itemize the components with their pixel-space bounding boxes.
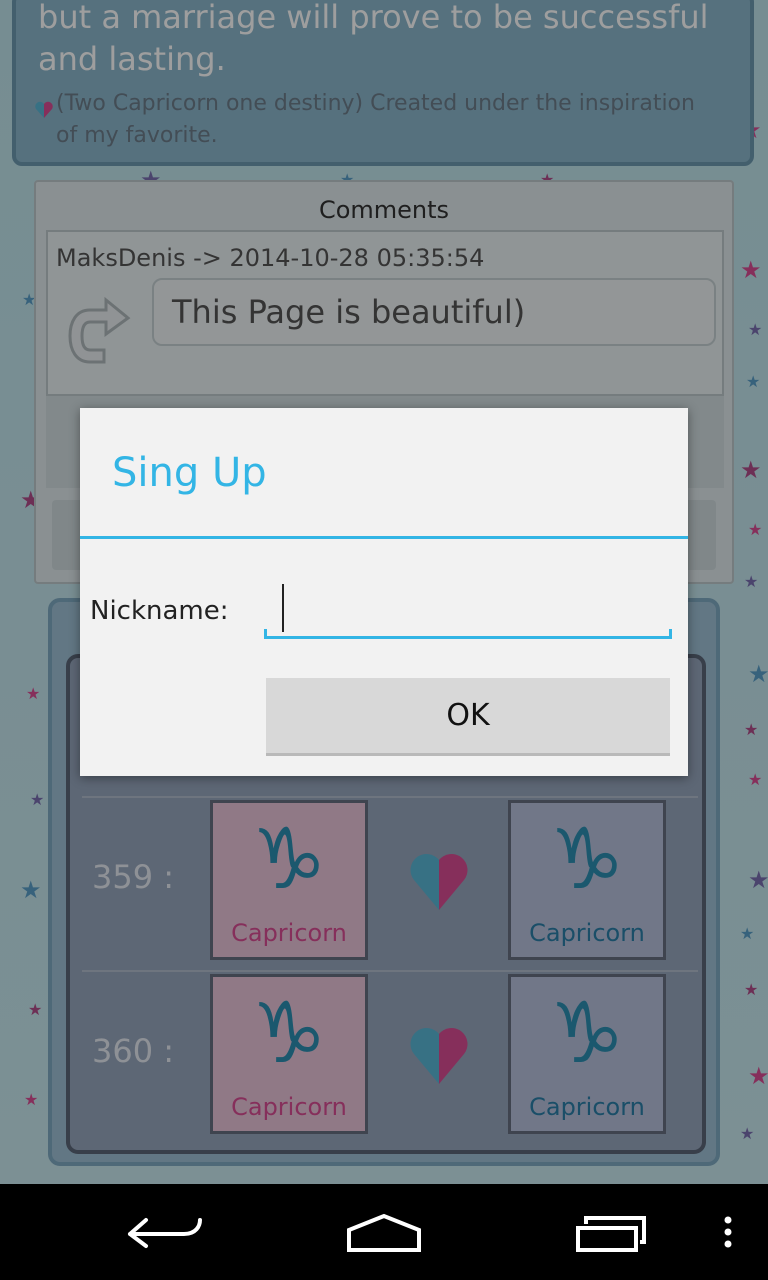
text-caret [282, 584, 284, 632]
dialog-title: Sing Up [112, 450, 267, 496]
menu-icon[interactable] [664, 1184, 768, 1280]
back-icon[interactable] [84, 1184, 234, 1280]
ok-button[interactable]: OK [266, 678, 670, 756]
nickname-label: Nickname: [90, 596, 229, 626]
dialog-divider [80, 536, 688, 539]
signup-dialog: Sing Up Nickname: OK [80, 408, 688, 776]
nickname-input[interactable] [266, 578, 672, 640]
recent-apps-icon[interactable] [534, 1184, 684, 1280]
home-icon[interactable] [309, 1184, 459, 1280]
navigation-bar [0, 1184, 768, 1280]
nickname-underline [264, 629, 672, 639]
